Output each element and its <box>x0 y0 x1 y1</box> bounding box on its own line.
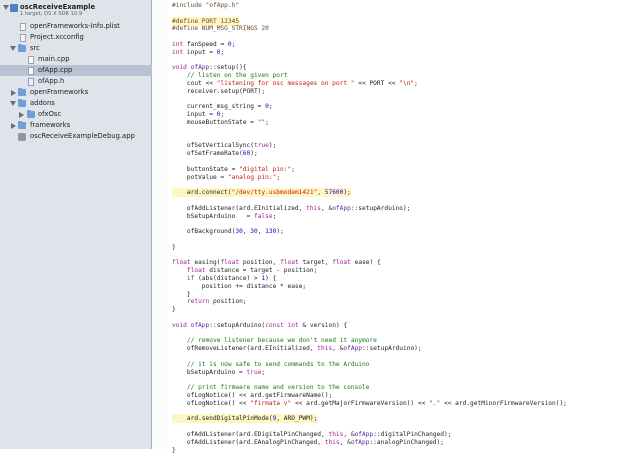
nav-item-label: frameworks <box>30 121 71 129</box>
nav-item-frameworks[interactable]: frameworks <box>0 120 152 131</box>
nav-item-ofapp-h[interactable]: ofApp.h <box>0 76 152 87</box>
code-line[interactable]: bSetupArduino = true; <box>172 368 265 377</box>
disclosure-closed-icon[interactable] <box>11 89 16 96</box>
cpp-file-icon <box>28 55 34 64</box>
header-file-icon <box>28 77 34 86</box>
nav-item-ofxosc[interactable]: ofxOsc <box>0 109 152 120</box>
code-line[interactable]: } <box>172 305 176 314</box>
code-line[interactable]: position += distance * ease; <box>172 282 306 291</box>
disclosure-closed-icon[interactable] <box>19 111 24 118</box>
nav-item-label: main.cpp <box>38 55 70 63</box>
code-line[interactable]: return position; <box>172 297 247 306</box>
app-icon <box>18 132 26 141</box>
code-line[interactable]: ard.sendDigitalPinMode(9, ARD_PWM); <box>172 414 318 424</box>
disclosure-open-icon[interactable] <box>10 101 16 106</box>
disclosure-open-icon[interactable] <box>10 46 16 51</box>
code-line[interactable]: receiver.setup(PORT); <box>172 87 265 96</box>
project-navigator: oscReceiveExample 1 target, OS X SDK 10.… <box>0 0 152 449</box>
code-line[interactable]: #include "ofApp.h" <box>172 1 239 10</box>
nav-item-label: openFrameworks <box>30 88 89 96</box>
nav-item-label: Project.xcconfig <box>30 33 84 41</box>
project-root[interactable]: oscReceiveExample 1 target, OS X SDK 10.… <box>0 2 152 19</box>
nav-item-label: ofApp.cpp <box>38 66 73 74</box>
code-line[interactable]: bSetupArduino = false; <box>172 212 276 221</box>
code-line[interactable]: int input = 0; <box>172 48 224 57</box>
code-editor[interactable]: #include "ofApp.h" #define PORT 12345 #def… <box>172 0 620 454</box>
cpp-file-icon <box>28 66 34 75</box>
code-line[interactable]: void ofApp::setupArduino(const int & ver… <box>172 321 347 330</box>
code-line[interactable]: ofLogNotice() << "firmata v" << ard.getM… <box>172 399 567 408</box>
code-line[interactable]: ofAddListener(ard.EAnalogPinChanged, thi… <box>172 438 444 447</box>
code-line[interactable]: ofRemoveListener(ard.EInitialized, this,… <box>172 344 422 353</box>
folder-icon <box>27 110 35 118</box>
code-line[interactable]: ofBackground(30, 30, 130); <box>172 227 284 236</box>
nav-item-info-plist[interactable]: openFrameworks-Info.plist <box>0 21 152 32</box>
folder-icon <box>18 99 26 107</box>
nav-item-label: ofApp.h <box>38 77 65 85</box>
nav-item-label: ofxOsc <box>38 110 62 118</box>
plist-file-icon <box>20 22 26 31</box>
folder-icon <box>18 44 26 52</box>
config-file-icon <box>20 33 26 42</box>
nav-item-xcconfig[interactable]: Project.xcconfig <box>0 32 152 43</box>
folder-icon <box>18 88 26 96</box>
folder-icon <box>18 121 26 129</box>
disclosure-closed-icon[interactable] <box>11 122 16 129</box>
project-subtitle: 1 target, OS X SDK 10.9 <box>20 11 83 17</box>
editor-gutter[interactable] <box>153 0 167 449</box>
nav-item-label: oscReceiveExampleDebug.app <box>30 132 135 140</box>
nav-item-ofapp-cpp[interactable]: ofApp.cpp <box>0 65 152 76</box>
nav-item-label: src <box>30 44 40 52</box>
nav-item-main-cpp[interactable]: main.cpp <box>0 54 152 65</box>
code-line[interactable]: #define NUM_MSG_STRINGS 20 <box>172 24 269 33</box>
nav-item-debug-app[interactable]: oscReceiveExampleDebug.app <box>0 131 152 142</box>
code-line[interactable]: } <box>172 243 176 252</box>
nav-item-label: openFrameworks-Info.plist <box>30 22 120 30</box>
code-line[interactable]: potValue = "analog pin:"; <box>172 173 280 182</box>
nav-item-openframeworks[interactable]: openFrameworks <box>0 87 152 98</box>
nav-item-addons[interactable]: addons <box>0 98 152 109</box>
xcode-project-icon <box>10 3 18 12</box>
code-line[interactable]: mouseButtonState = ""; <box>172 118 269 127</box>
nav-item-src[interactable]: src <box>0 43 152 54</box>
code-line[interactable]: } <box>172 446 176 455</box>
code-line[interactable]: ofSetFrameRate(60); <box>172 149 258 158</box>
code-line[interactable]: ard.connect("/dev/tty.usbmodem1421", 576… <box>172 188 351 198</box>
disclosure-open-icon[interactable] <box>3 5 9 10</box>
nav-item-label: addons <box>30 99 55 107</box>
